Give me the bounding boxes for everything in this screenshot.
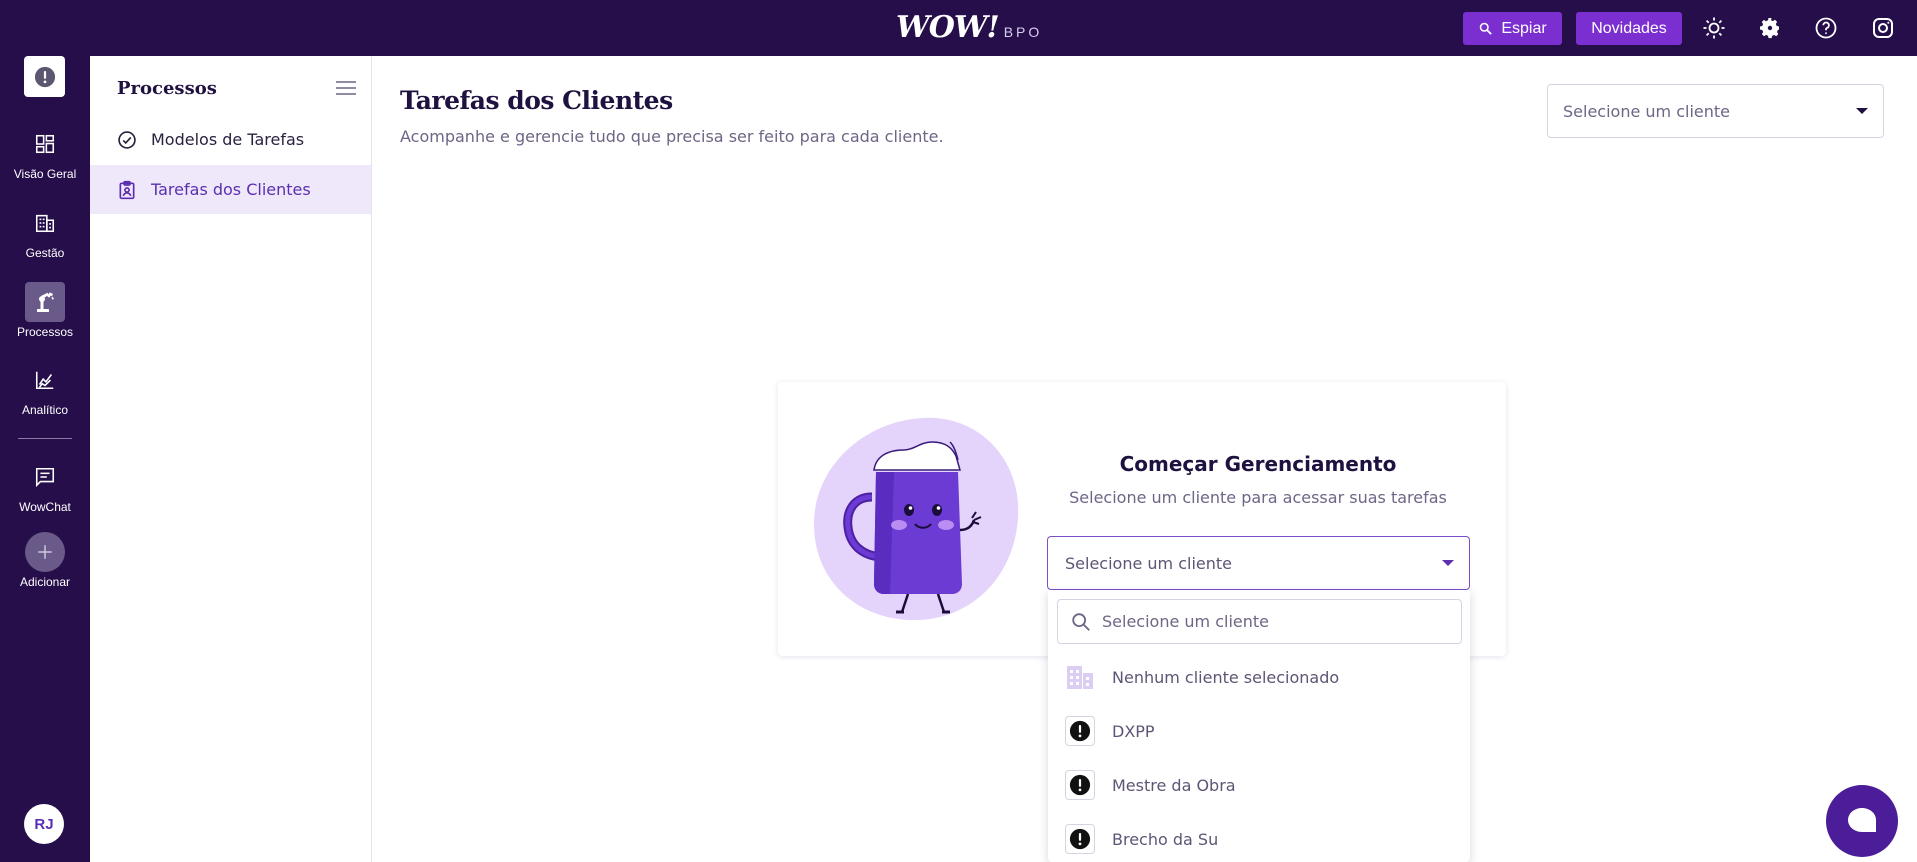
building-icon [1065,662,1095,692]
chat-bubble-icon [1848,808,1876,832]
alert-icon[interactable] [24,56,65,97]
espiar-label: Espiar [1501,19,1547,37]
search-icon [1480,22,1493,35]
rail-label: Visão Geral [13,167,77,181]
rail-label: Gestão [25,246,65,260]
rail-label: Processos [16,325,74,339]
dropdown-option-label: Nenhum cliente selecionado [1112,667,1340,687]
instagram-icon[interactable] [1869,14,1897,42]
card-select-placeholder: Selecione um cliente [1065,553,1232,573]
sun-icon[interactable] [1700,14,1728,42]
rail-item-visao-geral[interactable]: Visão Geral [0,124,90,181]
chat-launcher-button[interactable] [1826,785,1898,857]
search-icon [1070,611,1092,637]
avatar[interactable]: RJ [24,804,64,844]
rail-label: Adicionar [19,575,71,589]
rail-label: WowChat [19,500,71,514]
section-sidebar: Processos Modelos de Tarefas Tarefas dos… [90,56,372,862]
card-client-select[interactable]: Selecione um cliente [1047,536,1470,590]
plus-icon [25,532,65,572]
check-circle-icon [117,130,137,150]
rail-item-wowchat[interactable]: WowChat [0,457,90,514]
alert-icon [1065,824,1095,854]
espiar-button[interactable]: Espiar [1463,12,1562,45]
client-dropdown: Selecione um cliente Nenhum cliente sele… [1048,590,1470,862]
dropdown-search-input[interactable]: Selecione um cliente [1057,599,1462,644]
alert-icon [1065,716,1095,746]
dropdown-option-label: DXPP [1112,721,1155,741]
sidebar-title: Processos [117,78,217,99]
main-nav-rail: Visão Geral Gestão Processos Analítico W… [0,56,90,862]
mascot-mug-illustration [814,417,1019,621]
gear-icon[interactable] [1756,14,1784,42]
rail-divider [18,438,72,439]
grid-icon [25,124,65,164]
novidades-button[interactable]: Novidades [1576,12,1682,45]
top-bar: WOW! BPO Espiar Novidades [0,0,1917,56]
alert-icon [1065,770,1095,800]
card-title: Começar Gerenciamento [1119,452,1397,476]
dropdown-option[interactable]: Brecho da Su [1048,812,1470,862]
hamburger-menu-icon[interactable] [334,76,358,100]
caret-down-icon [1856,108,1868,114]
caret-down-icon [1442,560,1454,566]
dropdown-option[interactable]: Nenhum cliente selecionado [1048,650,1470,704]
robot-arm-icon [25,282,65,322]
logo-wordmark: WOW! [896,10,1000,45]
help-icon[interactable] [1812,14,1840,42]
card-subtitle: Selecione um cliente para acessar suas t… [1069,488,1447,507]
clipboard-user-icon [117,180,137,200]
sidebar-item-tarefas-dos-clientes[interactable]: Tarefas dos Clientes [90,165,371,214]
dropdown-option[interactable]: DXPP [1048,704,1470,758]
dropdown-option-label: Mestre da Obra [1112,775,1236,795]
dropdown-search-placeholder: Selecione um cliente [1102,612,1269,631]
app-logo[interactable]: WOW! BPO [896,10,1042,45]
rail-item-processos[interactable]: Processos [0,282,90,339]
dropdown-option[interactable]: Mestre da Obra [1048,758,1470,812]
client-select[interactable]: Selecione um cliente [1547,84,1884,138]
logo-suffix: BPO [1003,24,1043,40]
client-select-placeholder: Selecione um cliente [1563,101,1730,121]
sidebar-item-label: Tarefas dos Clientes [151,180,311,199]
rail-item-analitico[interactable]: Analítico [0,360,90,417]
page-title: Tarefas dos Clientes [400,86,673,115]
building-icon [25,203,65,243]
rail-item-adicionar[interactable]: Adicionar [0,532,90,589]
chat-icon [25,457,65,497]
page-subtitle: Acompanhe e gerencie tudo que precisa se… [400,127,944,146]
sidebar-item-label: Modelos de Tarefas [151,130,305,149]
rail-label: Analítico [21,403,69,417]
chart-icon [25,360,65,400]
rail-item-gestao[interactable]: Gestão [0,203,90,260]
dropdown-option-label: Brecho da Su [1112,829,1219,849]
sidebar-item-modelos-de-tarefas[interactable]: Modelos de Tarefas [90,115,371,164]
